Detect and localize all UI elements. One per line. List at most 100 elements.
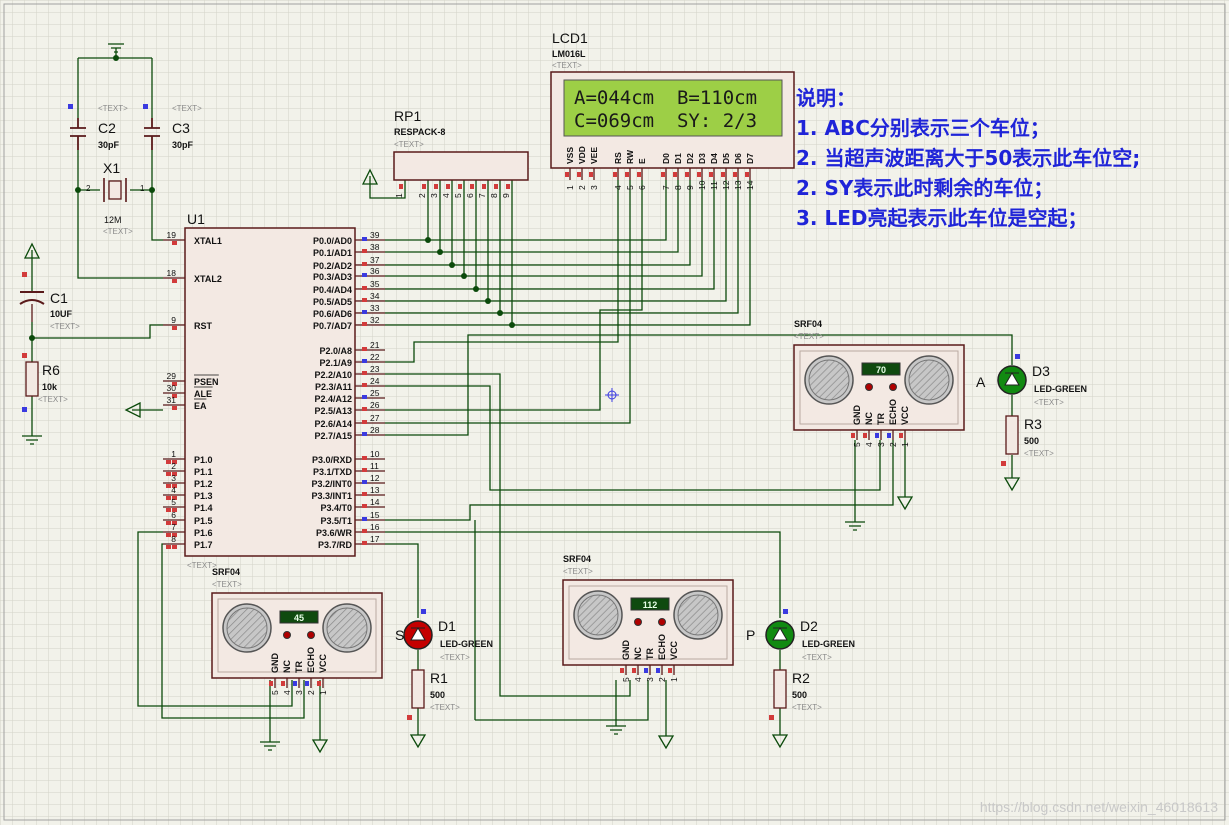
- rp1-ref: RP1: [394, 108, 421, 124]
- sensor-pin-name: VCC: [318, 653, 328, 673]
- u1-pin-number: 26: [370, 400, 380, 410]
- led-model: LED-GREEN: [802, 639, 855, 649]
- c3-ref: C3: [172, 120, 190, 136]
- led-ref: D2: [800, 618, 818, 634]
- lcd-model: LM016L: [552, 49, 586, 59]
- u1-pin-number: 21: [370, 340, 380, 350]
- u1-pin-number: 19: [167, 230, 177, 240]
- sensor-reading: 112: [643, 600, 658, 610]
- u1-pin-number: 3: [171, 473, 176, 483]
- lcd-ref: LCD1: [552, 30, 588, 46]
- resistor-ref: R2: [792, 670, 810, 686]
- u1-pin-number: 27: [370, 413, 380, 423]
- r6-value: 10k: [42, 382, 58, 392]
- lcd-pin-number: 10: [697, 180, 707, 190]
- sensor-reading: 45: [294, 613, 304, 623]
- sensor-pin-number: 2: [888, 442, 898, 447]
- lcd-pin-number: 14: [745, 180, 755, 190]
- lcd-pin-number: 13: [733, 180, 743, 190]
- sensor-pin-name: NC: [282, 660, 292, 673]
- x1-text-tag: <TEXT>: [103, 227, 133, 236]
- sensor-pin-name: ECHO: [306, 647, 316, 673]
- resistor-text-tag: <TEXT>: [1024, 449, 1054, 458]
- u1-pin-number: 34: [370, 291, 380, 301]
- u1-pin-number: 36: [370, 266, 380, 276]
- sensor-model: SRF04: [212, 567, 240, 577]
- u1-pin-name: P0.0/AD0: [313, 236, 352, 246]
- description-line-1: 1. ABC分别表示三个车位；: [796, 116, 1050, 140]
- lcd-line-1: A=044cm B=110cm: [574, 87, 757, 109]
- lcd-pin-name: E: [637, 158, 647, 164]
- sensor-pin-name: VCC: [900, 405, 910, 425]
- rp1-pin-number: 3: [429, 193, 439, 198]
- u1-pin-name: P3.4/T0: [320, 503, 352, 513]
- lcd-pin-name: D3: [697, 153, 707, 164]
- u1-pin-name: P2.4/A12: [314, 394, 352, 404]
- lcd-pin-number: 3: [589, 185, 599, 190]
- u1-pin-name: P0.4/AD4: [313, 285, 352, 295]
- u1-ref: U1: [187, 211, 205, 227]
- u1-pin-number: 25: [370, 388, 380, 398]
- u1-pin-name: P1.7: [194, 540, 213, 550]
- lcd-text-tag: <TEXT>: [552, 61, 582, 70]
- led-model: LED-GREEN: [440, 639, 493, 649]
- sensor-pin-number: 3: [876, 442, 886, 447]
- c1-ref: C1: [50, 290, 68, 306]
- lcd-pin-name: D2: [685, 153, 695, 164]
- resistor-ref: R1: [430, 670, 448, 686]
- sensor-model: SRF04: [563, 554, 591, 564]
- u1-pin-number: 37: [370, 255, 380, 265]
- x1-ref: X1: [103, 160, 120, 176]
- u1-pin-name: P0.6/AD6: [313, 309, 352, 319]
- c3-text-tag: <TEXT>: [172, 104, 202, 113]
- x1-pin-left: 2: [86, 184, 91, 193]
- x1-value: 12M: [104, 215, 122, 225]
- lcd-pin-name: D1: [673, 153, 683, 164]
- sensor-pin-name: ECHO: [657, 634, 667, 660]
- rp1-pin-number: 1: [394, 193, 404, 198]
- u1-pin-number: 11: [370, 461, 379, 471]
- lcd-pin-number: 6: [637, 185, 647, 190]
- u1-pin-name: P1.2: [194, 479, 213, 489]
- u1-pin-name: P3.3/INT1: [311, 491, 352, 501]
- sensor-pin-number: 5: [270, 690, 280, 695]
- description-line-3: 2. SY表示此时剩余的车位；: [796, 176, 1053, 200]
- sensor-text-tag: <TEXT>: [563, 567, 593, 576]
- led-model: LED-GREEN: [1034, 384, 1087, 394]
- description-line-4: 3. LED亮起表示此车位是空起；: [796, 206, 1087, 230]
- lcd-line-2: C=069cm SY: 2/3: [574, 110, 757, 132]
- u1-pin-name: P3.5/T1: [320, 516, 352, 526]
- u1-pin-number: 38: [370, 242, 380, 252]
- u1-pin-name: P0.5/AD5: [313, 297, 352, 307]
- sensor-pin-name: NC: [633, 647, 643, 660]
- lcd-pin-name: D4: [709, 153, 719, 164]
- c2-text-tag: <TEXT>: [98, 104, 128, 113]
- schematic-canvas[interactable]: C2 30pF <TEXT> C3 30pF <TEXT> X1 12M <TE…: [0, 0, 1229, 825]
- u1-pin-name: P1.5: [194, 516, 213, 526]
- led-text-tag: <TEXT>: [802, 653, 832, 662]
- lcd-pin-number: 8: [673, 185, 683, 190]
- u1-pin-name: P1.0: [194, 455, 213, 465]
- resistor-text-tag: <TEXT>: [430, 703, 460, 712]
- c1-value: 10UF: [50, 309, 73, 319]
- rp1-pin-number: 4: [441, 193, 451, 198]
- c2-value: 30pF: [98, 140, 120, 150]
- lcd-pin-number: 9: [685, 185, 695, 190]
- u1-pin-number: 14: [370, 497, 380, 507]
- sensor-pin-name: TR: [645, 648, 655, 660]
- u1-pin-number: 12: [370, 473, 380, 483]
- resistor-value: 500: [1024, 436, 1039, 446]
- sensor-pin-number: 1: [318, 690, 328, 695]
- microcontroller-u1[interactable]: U1 <TEXT> 19XTAL118XTAL29RST29PSEN30ALE3…: [163, 211, 385, 570]
- lcd-pin-name: D7: [745, 153, 755, 164]
- sensor-pin-number: 2: [657, 677, 667, 682]
- u1-pin-name: P2.7/A15: [314, 431, 352, 441]
- led-ref: D3: [1032, 363, 1050, 379]
- u1-pin-number: 16: [370, 522, 380, 532]
- sensor-pin-number: 4: [282, 690, 292, 695]
- lcd-pin-name: VDD: [577, 146, 587, 164]
- rp1-pin-number: 6: [465, 193, 475, 198]
- sensor-pin-name: GND: [621, 640, 631, 661]
- u1-pin-name: PSEN: [194, 377, 219, 387]
- sensor-pin-number: 4: [633, 677, 643, 682]
